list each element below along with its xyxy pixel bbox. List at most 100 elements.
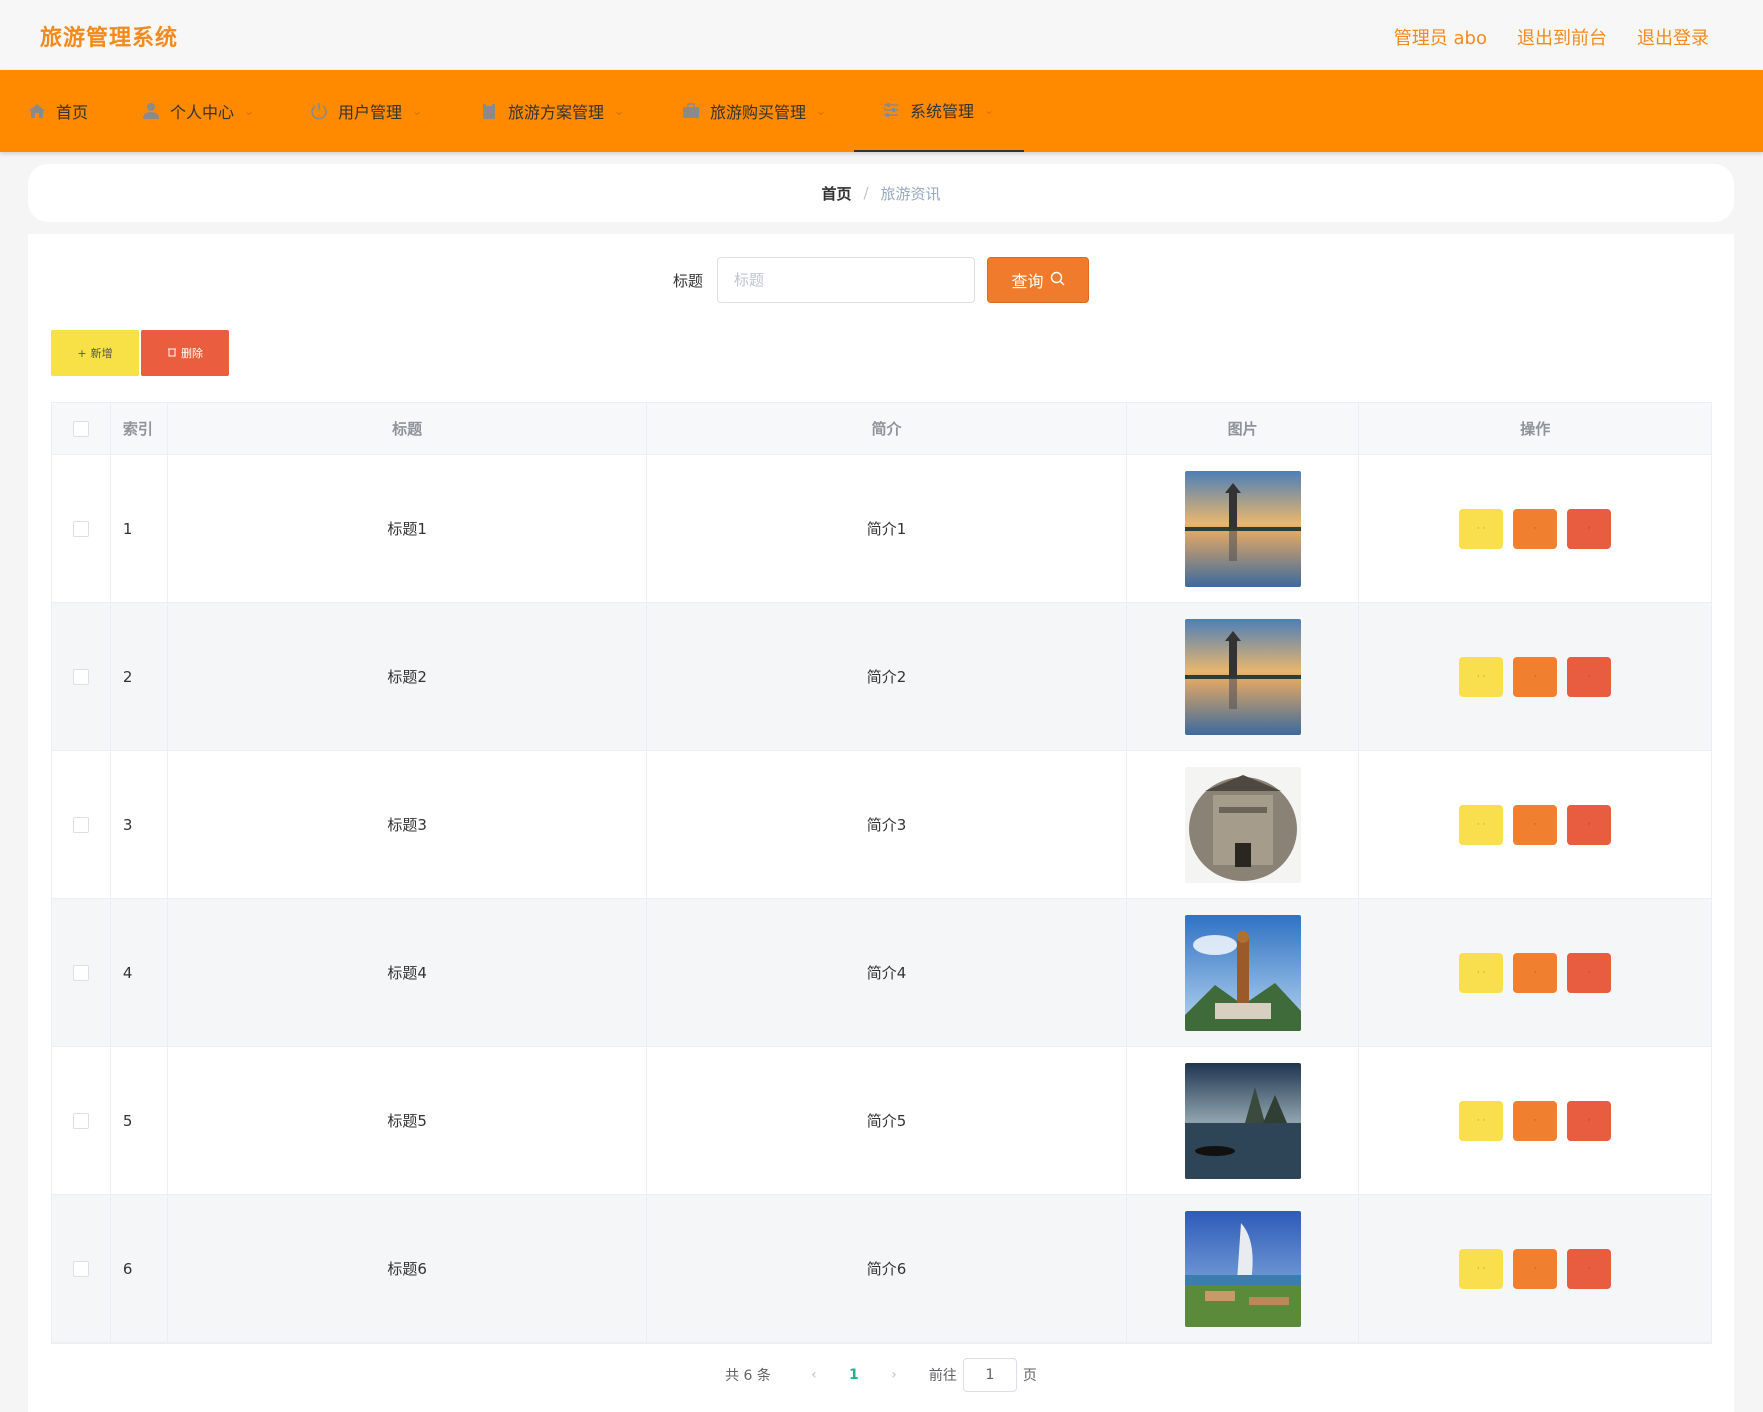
plus-icon: + xyxy=(77,346,87,360)
delete-button[interactable]: 删除 xyxy=(141,330,229,376)
row-checkbox[interactable] xyxy=(72,1112,89,1129)
prev-page-icon[interactable]: ‹ xyxy=(799,1367,829,1383)
breadcrumb: 首页 / 旅游资讯 xyxy=(28,164,1734,222)
delete-button-label: 删除 xyxy=(181,347,203,360)
edit-button[interactable]: · xyxy=(1513,1248,1558,1289)
column-header-ops: 操作 xyxy=(1520,420,1551,438)
row-check-cell xyxy=(52,455,111,602)
nav-item-label: 旅游方案管理 xyxy=(508,103,605,122)
row-check-cell xyxy=(52,751,111,898)
view-button[interactable]: · · xyxy=(1459,952,1504,993)
view-button[interactable]: · · xyxy=(1459,804,1504,845)
query-button-label: 查询 xyxy=(1011,272,1044,291)
row-delete-button[interactable]: · xyxy=(1567,508,1612,549)
row-delete-button[interactable]: · xyxy=(1567,1248,1612,1289)
back-to-frontend-link[interactable]: 退出到前台 xyxy=(1517,24,1607,50)
row-index: 2 xyxy=(111,603,168,750)
page-number[interactable]: 1 xyxy=(829,1367,879,1383)
admin-user-link[interactable]: 管理员 abo xyxy=(1394,24,1487,50)
row-image-cell xyxy=(1127,455,1360,602)
ancient-archway-image[interactable] xyxy=(1184,766,1301,883)
row-ops-cell: · · · · xyxy=(1359,751,1711,898)
table-row: 5 标题5 简介5 · · · · xyxy=(52,1047,1711,1195)
goto-label: 前往 xyxy=(928,1368,957,1384)
row-title: 标题2 xyxy=(168,603,648,750)
power-icon xyxy=(310,102,328,120)
content-panel: 标题 查询 + 新增 删除 索引 标题 简介 图片 操作 xyxy=(28,234,1734,1412)
row-ops-cell: · · · · xyxy=(1359,603,1711,750)
row-image-cell xyxy=(1127,603,1360,750)
row-check-cell xyxy=(52,1195,111,1342)
search-icon xyxy=(1050,271,1065,290)
breadcrumb-current: 旅游资讯 xyxy=(880,184,941,203)
row-delete-button[interactable]: · xyxy=(1567,656,1612,697)
page-jump-input[interactable] xyxy=(962,1358,1017,1392)
edit-button[interactable]: · xyxy=(1513,804,1558,845)
main-nav: 首页 个人中心 ⌄ 用户管理 ⌄ 旅游方案管理 ⌄ 旅游购买管理 ⌄ 系统管理 … xyxy=(0,70,1763,152)
breadcrumb-home[interactable]: 首页 xyxy=(821,183,851,204)
briefcase-icon xyxy=(682,102,700,120)
nav-item-profile[interactable]: 个人中心 ⌄ xyxy=(142,70,254,152)
next-page-icon[interactable]: › xyxy=(879,1367,909,1383)
nav-item-travel-purchases[interactable]: 旅游购买管理 ⌄ xyxy=(682,70,826,152)
row-checkbox[interactable] xyxy=(72,1260,89,1277)
chevron-down-icon: ⌄ xyxy=(614,104,625,118)
table-row: 1 标题1 简介1 · · · · xyxy=(52,455,1711,603)
search-input[interactable] xyxy=(717,257,975,303)
row-desc: 简介6 xyxy=(647,1195,1127,1342)
nav-item-system[interactable]: 系统管理 ⌄ xyxy=(854,70,1024,152)
select-all-checkbox[interactable] xyxy=(72,420,89,437)
karst-river-image[interactable] xyxy=(1184,1062,1301,1179)
nav-item-users[interactable]: 用户管理 ⌄ xyxy=(310,70,422,152)
breadcrumb-separator: / xyxy=(863,184,869,202)
row-delete-button[interactable]: · xyxy=(1567,804,1612,845)
logout-link[interactable]: 退出登录 xyxy=(1637,24,1709,50)
sliders-icon xyxy=(882,101,900,119)
row-checkbox[interactable] xyxy=(72,964,89,981)
row-checkbox[interactable] xyxy=(72,668,89,685)
view-button[interactable]: · · xyxy=(1459,1100,1504,1141)
nav-item-home[interactable]: 首页 xyxy=(28,70,88,152)
nav-item-label: 首页 xyxy=(56,103,89,122)
column-header-desc: 简介 xyxy=(647,403,1127,454)
buddha-statue-image[interactable] xyxy=(1184,914,1301,1031)
row-image-cell xyxy=(1127,1195,1360,1342)
table-header: 索引 标题 简介 图片 操作 xyxy=(52,403,1711,455)
pagoda-lake-image[interactable] xyxy=(1184,618,1301,735)
action-toolbar: + 新增 删除 xyxy=(51,330,229,376)
row-index: 4 xyxy=(111,899,168,1046)
edit-button[interactable]: · xyxy=(1513,656,1558,697)
query-button[interactable]: 查询 xyxy=(987,257,1089,303)
row-desc: 简介4 xyxy=(647,899,1127,1046)
nav-item-label: 用户管理 xyxy=(338,103,403,122)
top-links: 管理员 abo 退出到前台 退出登录 xyxy=(1394,24,1709,50)
row-ops-cell: · · · · xyxy=(1359,899,1711,1046)
row-desc: 简介2 xyxy=(647,603,1127,750)
chevron-down-icon: ⌄ xyxy=(816,104,827,118)
user-icon xyxy=(142,102,160,120)
row-ops-cell: · · · · xyxy=(1359,1047,1711,1194)
row-index: 5 xyxy=(111,1047,168,1194)
table-row: 4 标题4 简介4 · · · · xyxy=(52,899,1711,1047)
add-button[interactable]: + 新增 xyxy=(51,330,139,376)
pagoda-lake-image[interactable] xyxy=(1184,470,1301,587)
row-desc: 简介5 xyxy=(647,1047,1127,1194)
edit-button[interactable]: · xyxy=(1513,952,1558,993)
row-desc: 简介1 xyxy=(647,455,1127,602)
view-button[interactable]: · · xyxy=(1459,1248,1504,1289)
edit-button[interactable]: · xyxy=(1513,508,1558,549)
row-index: 3 xyxy=(111,751,168,898)
table-row: 3 标题3 简介3 · · · · xyxy=(52,751,1711,899)
burj-al-arab-image[interactable] xyxy=(1184,1210,1301,1327)
nav-item-travel-plans[interactable]: 旅游方案管理 ⌄ xyxy=(480,70,624,152)
row-delete-button[interactable]: · xyxy=(1567,1100,1612,1141)
row-checkbox[interactable] xyxy=(72,816,89,833)
row-checkbox[interactable] xyxy=(72,520,89,537)
edit-button[interactable]: · xyxy=(1513,1100,1558,1141)
row-delete-button[interactable]: · xyxy=(1567,952,1612,993)
view-button[interactable]: · · xyxy=(1459,508,1504,549)
home-icon xyxy=(28,102,46,120)
nav-item-label: 旅游购买管理 xyxy=(710,103,807,122)
row-index: 1 xyxy=(111,455,168,602)
view-button[interactable]: · · xyxy=(1459,656,1504,697)
